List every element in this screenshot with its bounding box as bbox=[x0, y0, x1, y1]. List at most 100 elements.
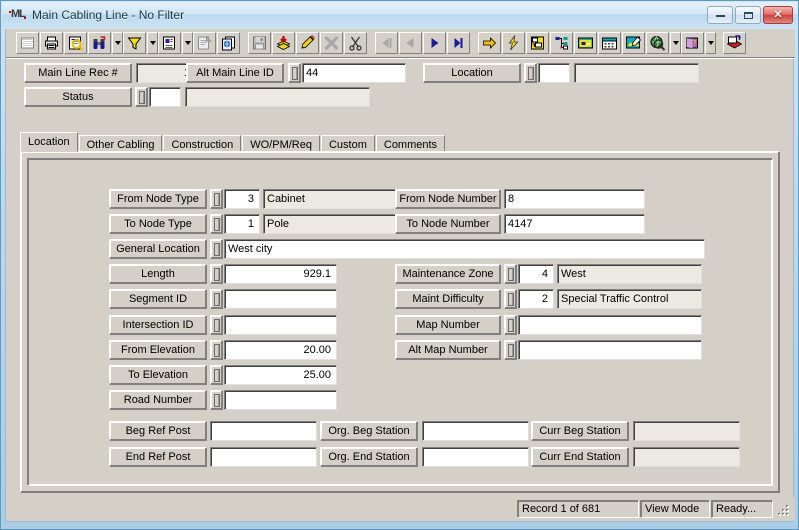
maintenance-zone-lookup-button[interactable] bbox=[504, 264, 517, 284]
alt-map-number-lookup-button[interactable] bbox=[504, 340, 517, 360]
report-dropdown-arrow-icon[interactable] bbox=[182, 32, 193, 54]
alt-main-line-id-input[interactable]: 44 bbox=[302, 63, 406, 83]
first-record-icon[interactable] bbox=[375, 32, 398, 54]
to-node-number-input[interactable]: 4147 bbox=[504, 214, 645, 234]
calendar-icon[interactable] bbox=[598, 32, 621, 54]
org-beg-station-label-button[interactable]: Org. Beg Station bbox=[320, 421, 418, 441]
from-elevation-lookup-button[interactable] bbox=[210, 340, 223, 360]
map-window-icon[interactable] bbox=[574, 32, 597, 54]
to-node-type-label-button[interactable]: To Node Type bbox=[109, 214, 207, 234]
map-number-input[interactable] bbox=[518, 315, 702, 335]
lightning-icon[interactable] bbox=[502, 32, 525, 54]
location-lookup-button[interactable] bbox=[524, 63, 537, 83]
beg-ref-post-input[interactable] bbox=[210, 421, 317, 441]
maintenance-zone-label-button[interactable]: Maintenance Zone bbox=[395, 264, 501, 284]
road-number-label-button[interactable]: Road Number bbox=[109, 390, 207, 410]
alt-main-line-id-lookup-button[interactable] bbox=[288, 63, 301, 83]
road-number-input[interactable] bbox=[224, 390, 337, 410]
length-lookup-button[interactable] bbox=[210, 264, 223, 284]
title-bar[interactable]: ML Main Cabling Line - No Filter ✕ bbox=[2, 2, 797, 28]
curr-end-station-label-button[interactable]: Curr End Station bbox=[531, 447, 629, 467]
next-record-icon[interactable] bbox=[423, 32, 446, 54]
layout-icon[interactable] bbox=[526, 32, 549, 54]
edit-pencil-icon[interactable] bbox=[296, 32, 319, 54]
status-code-input[interactable] bbox=[149, 87, 181, 107]
from-elevation-label-button[interactable]: From Elevation bbox=[109, 340, 207, 360]
minimize-button[interactable] bbox=[707, 6, 733, 24]
maint-difficulty-code-input[interactable]: 2 bbox=[518, 289, 554, 309]
org-end-station-label-button[interactable]: Org. End Station bbox=[320, 447, 418, 467]
properties-icon[interactable] bbox=[193, 32, 216, 54]
intersection-id-input[interactable] bbox=[224, 315, 337, 335]
from-node-type-code-input[interactable]: 3 bbox=[224, 189, 260, 209]
add-record-icon[interactable] bbox=[272, 32, 295, 54]
general-location-input[interactable]: West city bbox=[224, 239, 705, 259]
to-node-type-lookup-button[interactable] bbox=[210, 214, 223, 234]
main-line-rec-label-button[interactable]: Main Line Rec # bbox=[24, 63, 132, 83]
intersection-id-label-button[interactable]: Intersection ID bbox=[109, 315, 207, 335]
report-icon[interactable] bbox=[158, 32, 181, 54]
road-number-lookup-button[interactable] bbox=[210, 390, 223, 410]
location-label-button[interactable]: Location bbox=[423, 63, 521, 83]
tree-view-icon[interactable] bbox=[550, 32, 573, 54]
general-location-lookup-button[interactable] bbox=[210, 239, 223, 259]
help-book-icon[interactable]: ? bbox=[681, 32, 704, 54]
close-button[interactable]: ✕ bbox=[763, 6, 793, 24]
help-dropdown-arrow-icon[interactable] bbox=[705, 32, 716, 54]
status-lookup-button[interactable] bbox=[135, 87, 148, 107]
tab-location[interactable]: Location bbox=[20, 132, 78, 152]
segment-id-lookup-button[interactable] bbox=[210, 289, 223, 309]
find-dropdown-arrow-icon[interactable] bbox=[112, 32, 123, 54]
goto-arrow-icon[interactable] bbox=[478, 32, 501, 54]
end-ref-post-label-button[interactable]: End Ref Post bbox=[109, 447, 207, 467]
org-end-station-input[interactable] bbox=[422, 447, 529, 467]
find-binoculars-icon[interactable] bbox=[88, 32, 111, 54]
location-code-input[interactable] bbox=[538, 63, 570, 83]
from-node-type-lookup-button[interactable] bbox=[210, 189, 223, 209]
export-icon[interactable] bbox=[723, 32, 746, 54]
to-elevation-label-button[interactable]: To Elevation bbox=[109, 365, 207, 385]
print-preview-icon[interactable] bbox=[64, 32, 87, 54]
delete-x-icon[interactable] bbox=[320, 32, 343, 54]
print-icon[interactable] bbox=[40, 32, 63, 54]
intersection-id-lookup-button[interactable] bbox=[210, 315, 223, 335]
globe-search-icon[interactable] bbox=[646, 32, 669, 54]
to-node-number-label-button[interactable]: To Node Number bbox=[395, 214, 501, 234]
segment-id-input[interactable] bbox=[224, 289, 337, 309]
resize-grip-icon[interactable] bbox=[777, 502, 791, 516]
beg-ref-post-label-button[interactable]: Beg Ref Post bbox=[109, 421, 207, 441]
from-elevation-input[interactable]: 20.00 bbox=[224, 340, 337, 360]
maintenance-zone-code-input[interactable]: 4 bbox=[518, 264, 554, 284]
map-number-label-button[interactable]: Map Number bbox=[395, 315, 501, 335]
from-node-number-input[interactable]: 8 bbox=[504, 189, 645, 209]
filter-dropdown-arrow-icon[interactable] bbox=[147, 32, 158, 54]
status-label-button[interactable]: Status bbox=[24, 87, 132, 107]
to-node-type-code-input[interactable]: 1 bbox=[224, 214, 260, 234]
end-ref-post-input[interactable] bbox=[210, 447, 317, 467]
from-node-type-label-button[interactable]: From Node Type bbox=[109, 189, 207, 209]
length-input[interactable]: 929.1 bbox=[224, 264, 337, 284]
alt-map-number-label-button[interactable]: Alt Map Number bbox=[395, 340, 501, 360]
maint-difficulty-label-button[interactable]: Maint Difficulty bbox=[395, 289, 501, 309]
globe-dropdown-arrow-icon[interactable] bbox=[670, 32, 681, 54]
save-icon[interactable] bbox=[248, 32, 271, 54]
from-node-number-label-button[interactable]: From Node Number bbox=[395, 189, 501, 209]
previous-record-icon[interactable] bbox=[399, 32, 422, 54]
to-elevation-input[interactable]: 25.00 bbox=[224, 365, 337, 385]
segment-id-label-button[interactable]: Segment ID bbox=[109, 289, 207, 309]
curr-beg-station-label-button[interactable]: Curr Beg Station bbox=[531, 421, 629, 441]
last-record-icon[interactable] bbox=[447, 32, 470, 54]
image-edit-icon[interactable] bbox=[622, 32, 645, 54]
org-beg-station-input[interactable] bbox=[422, 421, 529, 441]
cut-scissors-icon[interactable] bbox=[344, 32, 367, 54]
select-grid-icon[interactable] bbox=[16, 32, 39, 54]
alt-map-number-input[interactable] bbox=[518, 340, 702, 360]
length-label-button[interactable]: Length bbox=[109, 264, 207, 284]
maximize-button[interactable] bbox=[735, 6, 761, 24]
maint-difficulty-lookup-button[interactable] bbox=[504, 289, 517, 309]
map-number-lookup-button[interactable] bbox=[504, 315, 517, 335]
to-elevation-lookup-button[interactable] bbox=[210, 365, 223, 385]
general-location-label-button[interactable]: General Location bbox=[109, 239, 207, 259]
copy-record-icon[interactable] bbox=[217, 32, 240, 54]
alt-main-line-id-label-button[interactable]: Alt Main Line ID bbox=[186, 63, 284, 83]
